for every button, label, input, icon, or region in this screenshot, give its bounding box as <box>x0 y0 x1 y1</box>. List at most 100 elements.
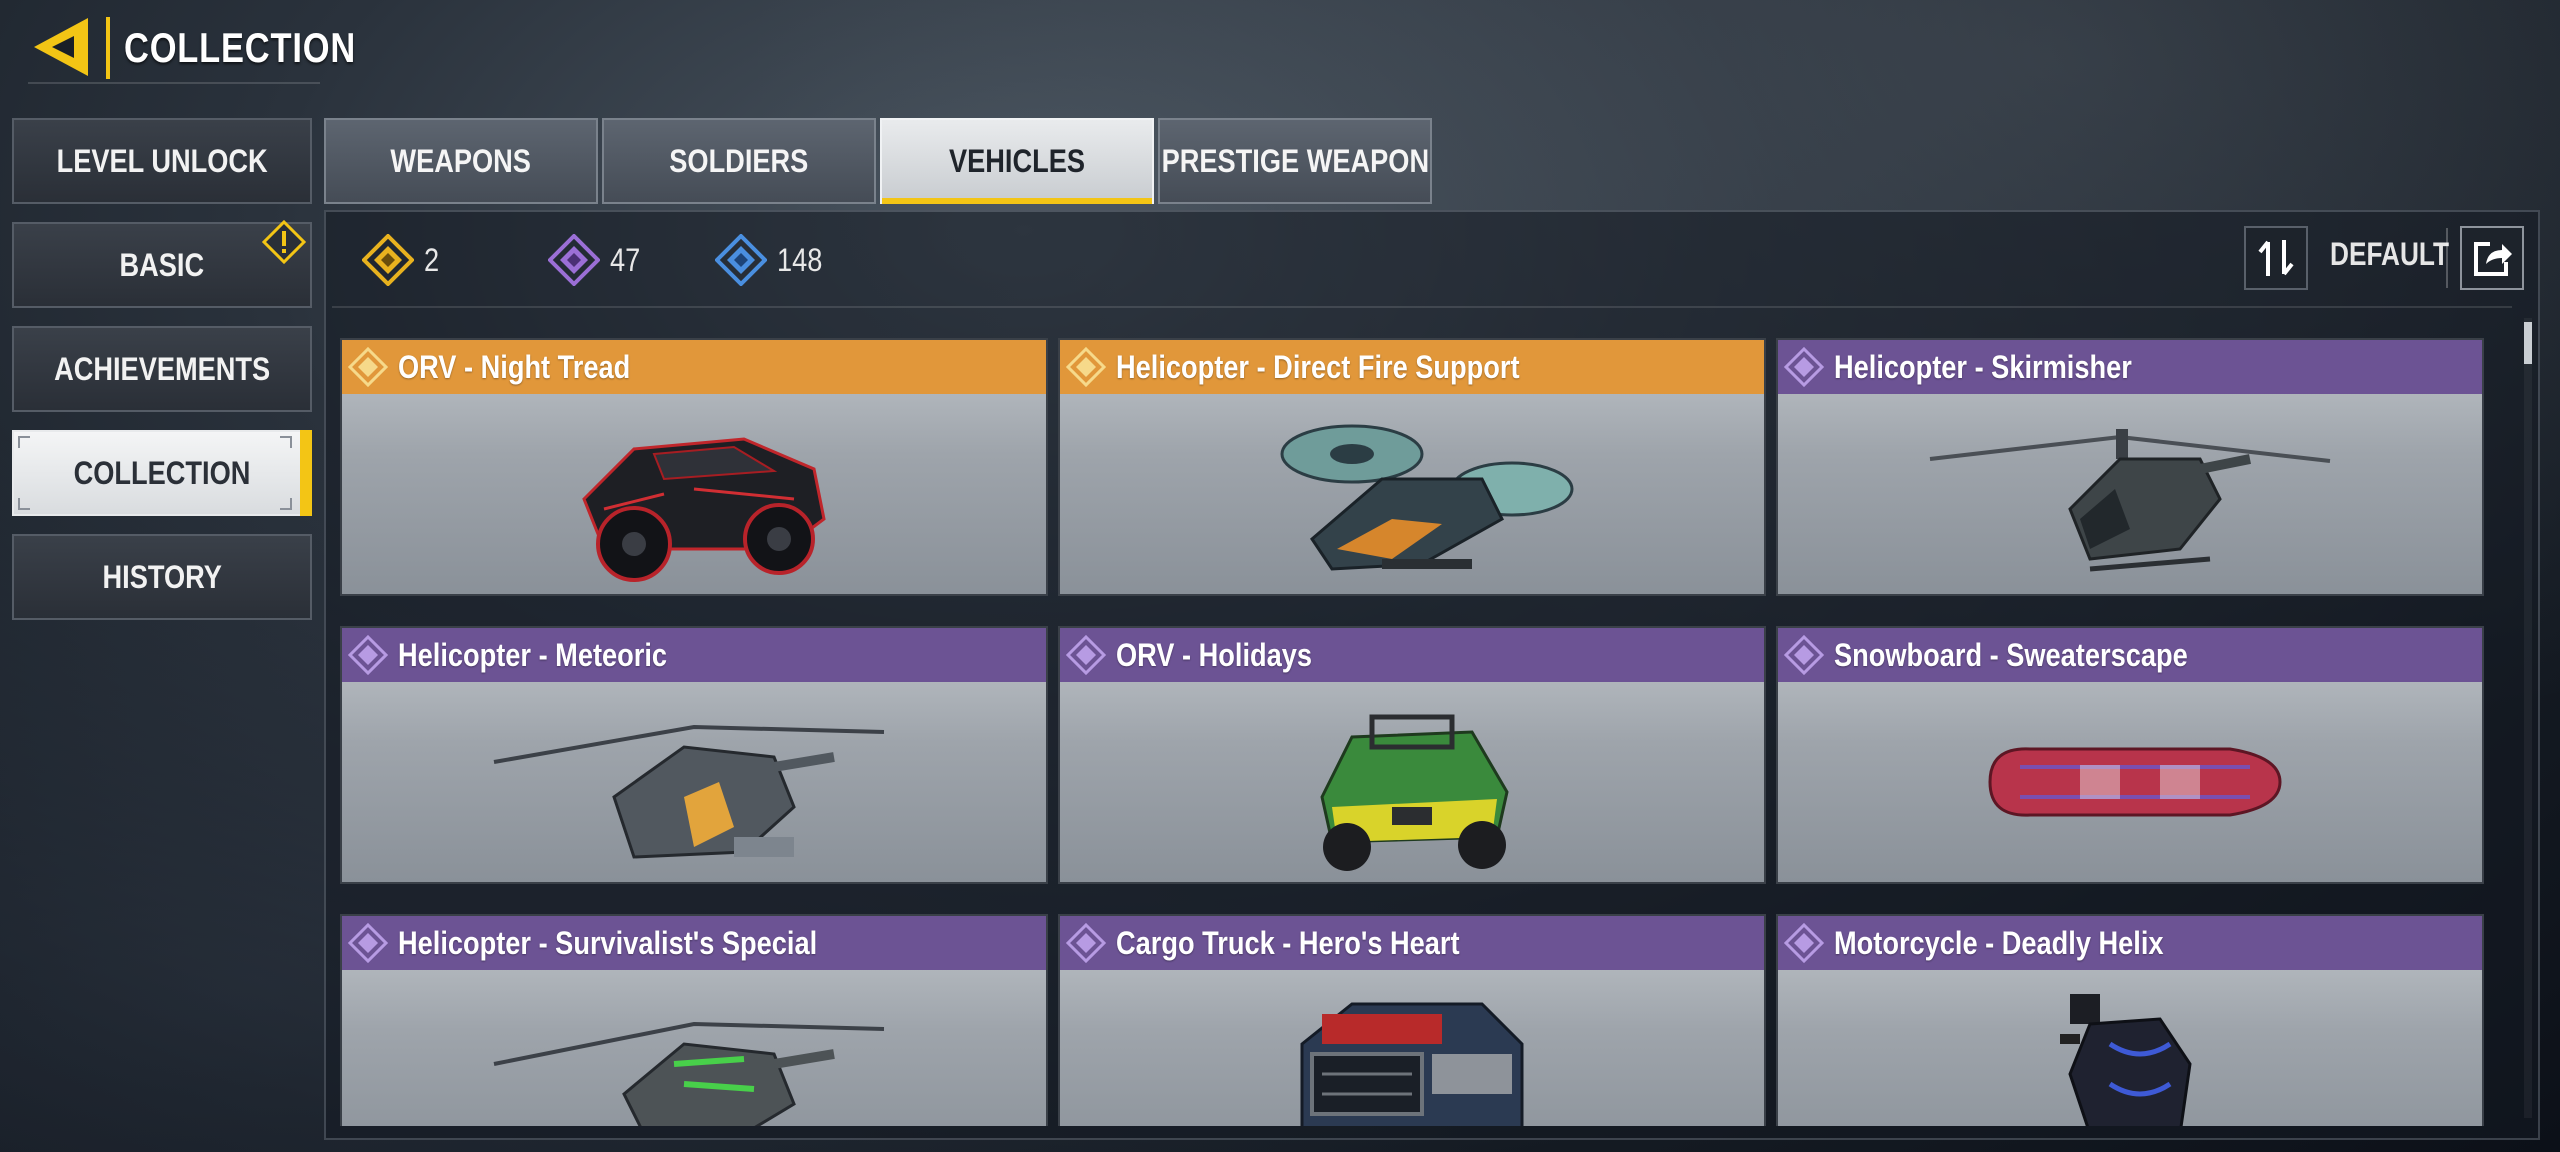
snowboard-image <box>1988 747 2282 817</box>
card-title: ORV - Holidays <box>1116 636 1312 673</box>
vehicle-card[interactable]: ORV - Holidays <box>1058 626 1766 884</box>
back-button[interactable] <box>28 14 100 82</box>
corner-bracket <box>280 498 292 510</box>
sidebar-item-label: BASIC <box>119 246 205 283</box>
share-icon <box>2474 242 2512 276</box>
card-image <box>342 682 1046 882</box>
epic-diamond-icon <box>1784 923 1824 963</box>
corner-bracket <box>18 436 30 448</box>
helicopter-image <box>1929 429 2331 572</box>
sidebar-item-achievements[interactable]: ACHIEVEMENTS <box>12 326 312 412</box>
helicopter-image <box>493 724 885 859</box>
sort-label[interactable]: DEFAULT <box>2330 236 2449 273</box>
gunship-image <box>1280 424 1574 571</box>
epic-diamond-icon <box>547 234 600 286</box>
card-image <box>1778 970 2482 1126</box>
rare-diamond-icon <box>715 234 768 286</box>
card-header: Helicopter - Survivalist's Special <box>342 916 1046 970</box>
vehicle-card[interactable]: Helicopter - Meteoric <box>340 626 1048 884</box>
vehicle-card[interactable]: Helicopter - Survivalist's Special <box>340 914 1048 1126</box>
divider <box>332 306 2512 308</box>
card-title: Motorcycle - Deadly Helix <box>1834 924 2164 961</box>
legendary-diamond-icon <box>1066 347 1106 387</box>
card-header: Helicopter - Skirmisher <box>1778 340 2482 394</box>
motorcycle-image <box>2060 994 2192 1126</box>
tab-label: SOLDIERS <box>669 142 809 179</box>
card-header: Cargo Truck - Hero's Heart <box>1060 916 1764 970</box>
sidebar-item-label: HISTORY <box>102 558 222 595</box>
tab-prestige-weapon[interactable]: PRESTIGE WEAPON <box>1158 118 1432 204</box>
card-image <box>1060 970 1764 1126</box>
page-title: COLLECTION <box>124 24 357 71</box>
sidebar-item-label: ACHIEVEMENTS <box>53 350 271 387</box>
divider <box>2446 228 2448 288</box>
card-title: Snowboard - Sweaterscape <box>1834 636 2188 673</box>
tab-label: VEHICLES <box>948 142 1086 179</box>
card-image <box>1778 394 2482 594</box>
card-header: Helicopter - Meteoric <box>342 628 1046 682</box>
epic-diamond-icon <box>1784 635 1824 675</box>
card-title: Helicopter - Direct Fire Support <box>1116 348 1520 385</box>
truck-image <box>1300 1002 1524 1126</box>
sidebar-item-history[interactable]: HISTORY <box>12 534 312 620</box>
helicopter-image <box>493 1021 885 1126</box>
vehicle-card[interactable]: ORV - Night Tread <box>340 338 1048 596</box>
rare-counter: 148 <box>715 234 830 286</box>
epic-diamond-icon <box>1066 923 1106 963</box>
card-title: Helicopter - Meteoric <box>398 636 668 673</box>
scrollbar-thumb[interactable] <box>2524 322 2532 364</box>
rare-count: 148 <box>777 241 823 278</box>
card-image <box>342 394 1046 594</box>
epic-diamond-icon <box>348 635 388 675</box>
card-image <box>1060 394 1764 594</box>
sidebar-item-label: COLLECTION <box>73 454 251 491</box>
card-header: Snowboard - Sweaterscape <box>1778 628 2482 682</box>
card-image <box>342 970 1046 1126</box>
epic-diamond-icon <box>1784 347 1824 387</box>
vehicle-card[interactable]: Snowboard - Sweaterscape <box>1776 626 2484 884</box>
card-title: Cargo Truck - Hero's Heart <box>1116 924 1460 961</box>
orv-buggy-image <box>1320 714 1509 871</box>
tab-label: PRESTIGE WEAPON <box>1161 142 1429 179</box>
vehicle-grid: ORV - Night Tread Helicopter - Direct Fi… <box>340 338 2490 1126</box>
sort-button[interactable] <box>2244 226 2308 290</box>
sidebar-item-label: LEVEL UNLOCK <box>56 142 268 179</box>
warning-icon <box>262 220 306 264</box>
vehicle-card[interactable]: Helicopter - Skirmisher <box>1776 338 2484 596</box>
card-header: ORV - Holidays <box>1060 628 1764 682</box>
sort-arrows-icon <box>2258 240 2294 276</box>
sidebar-item-basic[interactable]: BASIC <box>12 220 312 308</box>
legendary-diamond-icon <box>348 347 388 387</box>
vehicle-card[interactable]: Cargo Truck - Hero's Heart <box>1058 914 1766 1126</box>
back-arrow-icon <box>34 18 88 76</box>
legendary-diamond-icon <box>362 234 414 286</box>
legendary-counter: 2 <box>362 234 442 286</box>
share-button[interactable] <box>2460 226 2524 290</box>
card-title: Helicopter - Skirmisher <box>1834 348 2132 385</box>
card-title: ORV - Night Tread <box>398 348 631 385</box>
card-header: Motorcycle - Deadly Helix <box>1778 916 2482 970</box>
tab-label: WEAPONS <box>390 142 532 179</box>
header-underline <box>28 82 320 84</box>
epic-count: 47 <box>609 241 641 278</box>
legendary-count: 2 <box>424 241 440 278</box>
card-title: Helicopter - Survivalist's Special <box>398 924 818 961</box>
card-image <box>1778 682 2482 882</box>
epic-counter: 47 <box>547 234 646 286</box>
epic-diamond-icon <box>348 923 388 963</box>
scrollbar[interactable] <box>2524 318 2532 1118</box>
tab-weapons[interactable]: WEAPONS <box>324 118 598 204</box>
vehicle-card[interactable]: Helicopter - Direct Fire Support <box>1058 338 1766 596</box>
rarity-counters: 2 47 148 <box>362 228 901 292</box>
corner-bracket <box>280 436 292 448</box>
tab-vehicles[interactable]: VEHICLES <box>880 118 1154 204</box>
page-header: COLLECTION <box>28 14 407 82</box>
card-header: ORV - Night Tread <box>342 340 1046 394</box>
tab-soldiers[interactable]: SOLDIERS <box>602 118 876 204</box>
header-divider <box>106 17 110 79</box>
corner-bracket <box>18 498 30 510</box>
sidebar-item-level-unlock[interactable]: LEVEL UNLOCK <box>12 118 312 204</box>
vehicle-card[interactable]: Motorcycle - Deadly Helix <box>1776 914 2484 1126</box>
card-image <box>1060 682 1764 882</box>
sidebar-item-collection[interactable]: COLLECTION <box>12 430 312 516</box>
